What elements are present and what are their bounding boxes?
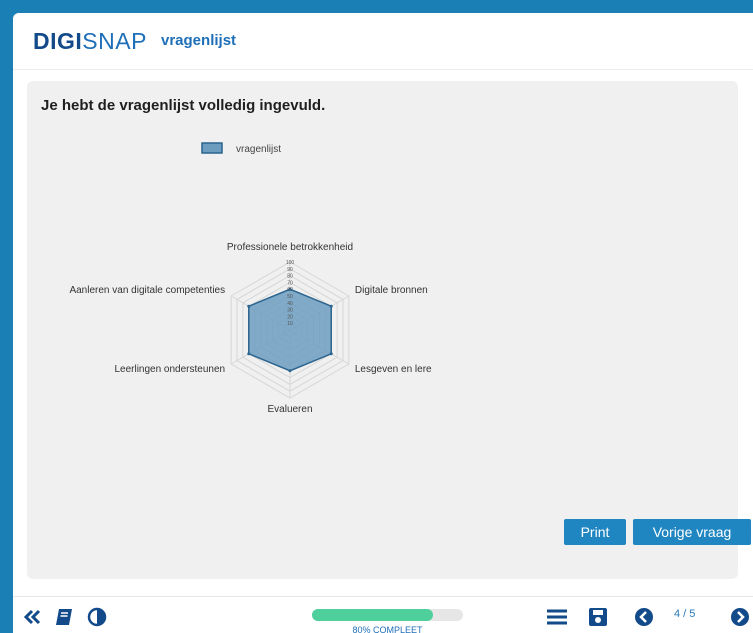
axis-label: Lesgeven en lere	[355, 364, 432, 375]
logo-light: SNAP	[82, 28, 147, 54]
data-point	[329, 304, 333, 308]
legend-swatch	[201, 142, 223, 154]
digisnap-logo: DIGISNAP	[33, 27, 147, 55]
data-point	[247, 352, 251, 356]
logo-bold: DIGI	[33, 28, 83, 54]
tick-label: 30	[287, 308, 293, 314]
progress-bar	[312, 609, 463, 621]
circle-chevron-left-icon[interactable]	[633, 607, 655, 627]
data-point	[288, 369, 292, 373]
previous-question-button[interactable]: Vorige vraag	[633, 519, 751, 545]
axis-label: Evalueren	[267, 404, 312, 415]
data-point	[329, 352, 333, 356]
circle-chevron-right-icon[interactable]	[729, 607, 751, 627]
results-panel: Je hebt de vragenlijst volledig ingevuld…	[27, 81, 751, 579]
axis-label: Professionele betrokkenheid	[227, 242, 353, 253]
tick-label: 50	[287, 294, 293, 300]
double-chevron-left-icon[interactable]	[22, 607, 44, 627]
tick-label: 20	[287, 314, 293, 320]
tick-label: 10	[287, 321, 293, 327]
progress-fill	[312, 609, 433, 621]
header: DIGISNAP vragenlijst	[13, 13, 753, 70]
book-icon[interactable]	[53, 607, 75, 627]
tick-label: 70	[287, 280, 293, 286]
page-subtitle: vragenlijst	[161, 32, 237, 49]
tick-label: 80	[287, 274, 293, 280]
footer-toolbar: 80% COMPLEET 4 / 5	[13, 596, 753, 633]
data-point	[247, 304, 251, 308]
progress-label: 80% COMPLEET	[352, 625, 423, 633]
tick-label: 60	[287, 287, 293, 293]
app-frame: DIGISNAP vragenlijst Je hebt de vragenli…	[13, 13, 753, 633]
tick-label: 40	[287, 301, 293, 307]
page-indicator: 4 / 5	[674, 608, 696, 620]
print-button[interactable]: Print	[564, 519, 626, 545]
legend-label: vragenlijst	[236, 144, 281, 155]
axis-label: Aanleren van digitale competenties	[69, 285, 225, 296]
save-icon[interactable]	[587, 607, 609, 627]
radar-chart: vragenlijst 102030405060708090100 Professi…	[69, 142, 432, 415]
axis-label: Leerlingen ondersteunen	[114, 364, 225, 375]
hamburger-menu-icon[interactable]	[545, 607, 569, 627]
tick-label: 90	[287, 267, 293, 273]
contrast-icon[interactable]	[86, 607, 108, 627]
tick-label: 100	[286, 260, 295, 266]
axis-label: Digitale bronnen	[355, 285, 428, 296]
